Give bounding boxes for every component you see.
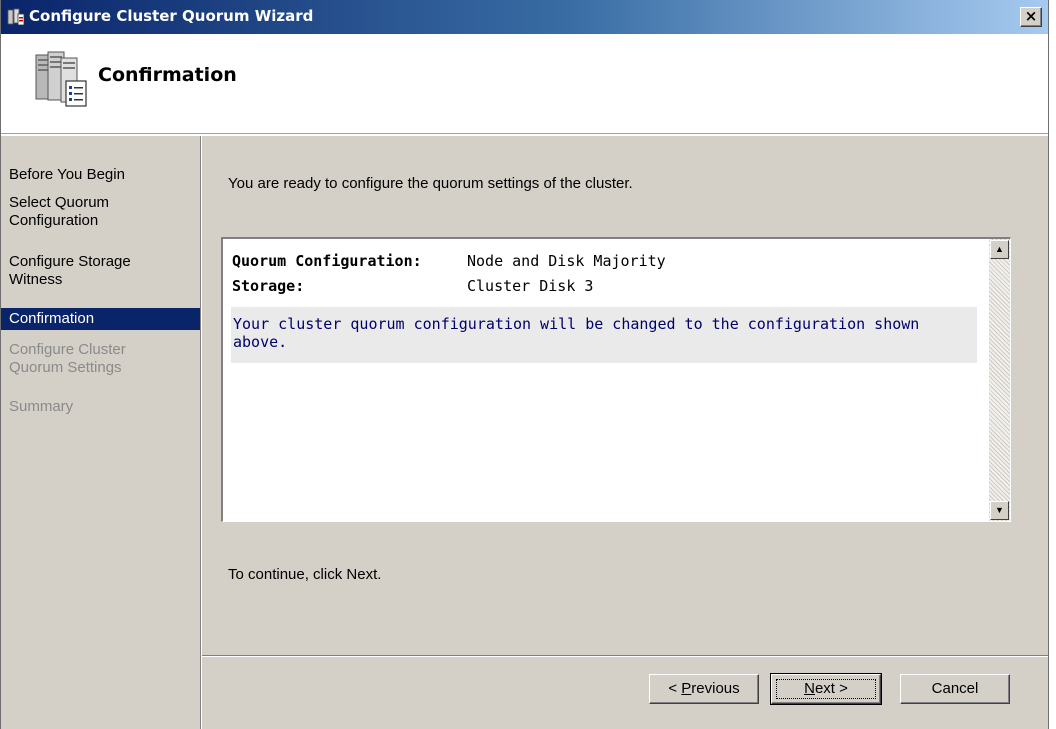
report-value: Node and Disk Majority [467,252,666,270]
close-icon: × [1024,7,1038,25]
title-bar[interactable]: Configure Cluster Quorum Wizard × [1,0,1048,34]
previous-access-key: P [681,680,692,697]
scroll-up-button[interactable]: ▲ [990,240,1009,259]
nav-step-label: Configure Storage [9,253,131,270]
arrow-down-icon: ▼ [995,505,1004,515]
previous-button[interactable]: < Previous [649,674,759,704]
nav-step-before-you-begin: Before You Begin [1,166,200,188]
footer-separator [202,655,1048,657]
nav-separator [201,136,202,729]
nav-step-label-line2: Configuration [9,212,99,229]
report-label: Storage: [232,277,305,295]
scroll-down-button[interactable]: ▼ [990,501,1009,520]
close-button[interactable]: × [1020,7,1042,27]
nav-step-label: Summary [9,398,74,415]
nav-step-label: Configure Cluster [9,341,126,358]
report-note: Your cluster quorum configuration will b… [231,307,977,363]
window-title: Configure Cluster Quorum Wizard [29,7,314,25]
wizard-window: Configure Cluster Quorum Wizard × Confir… [0,0,1049,729]
report-label: Quorum Configuration: [232,252,422,270]
report-note-line2: above. [233,333,288,351]
nav-step-label-line2: Quorum Settings [9,359,122,376]
report-row-quorum-configuration: Quorum Configuration: Node and Disk Majo… [232,252,666,270]
page-title: Confirmation [98,64,237,86]
nav-step-label: Select Quorum [9,194,110,211]
nav-step-label-line2: Witness [9,271,63,288]
nav-step-label: Before You Begin [9,166,125,183]
cancel-button[interactable]: Cancel [900,674,1010,704]
report-row-storage: Storage: Cluster Disk 3 [232,277,593,295]
wizard-steps-nav: Before You Begin Select Quorum Configura… [1,136,201,729]
continue-instruction: To continue, click Next. [228,566,382,583]
vertical-scrollbar[interactable]: ▲ ▼ [989,239,1010,521]
nav-step-configure-cluster-quorum-settings: Configure Cluster Quorum Settings [1,341,200,381]
report-note-line1: Your cluster quorum configuration will b… [233,315,920,333]
arrow-up-icon: ▲ [995,244,1004,254]
next-button[interactable]: Next > [770,673,882,705]
nav-step-select-quorum-configuration: Select Quorum Configuration [1,194,200,234]
cluster-icon [7,8,25,26]
previous-prefix: < [668,680,682,697]
report-value: Cluster Disk 3 [467,277,594,295]
cluster-servers-icon [35,51,87,107]
intro-text: You are ready to configure the quorum se… [228,175,633,192]
nav-step-confirmation: Confirmation [1,308,200,330]
nav-step-label: Confirmation [9,310,95,327]
nav-step-summary: Summary [1,398,200,420]
wizard-header: Confirmation [1,34,1048,134]
previous-label: revious [691,680,740,697]
cancel-label: Cancel [931,680,979,697]
nav-step-configure-storage-witness: Configure Storage Witness [1,253,200,293]
focus-ring [776,679,876,699]
confirmation-report[interactable]: Quorum Configuration: Node and Disk Majo… [221,237,1011,522]
